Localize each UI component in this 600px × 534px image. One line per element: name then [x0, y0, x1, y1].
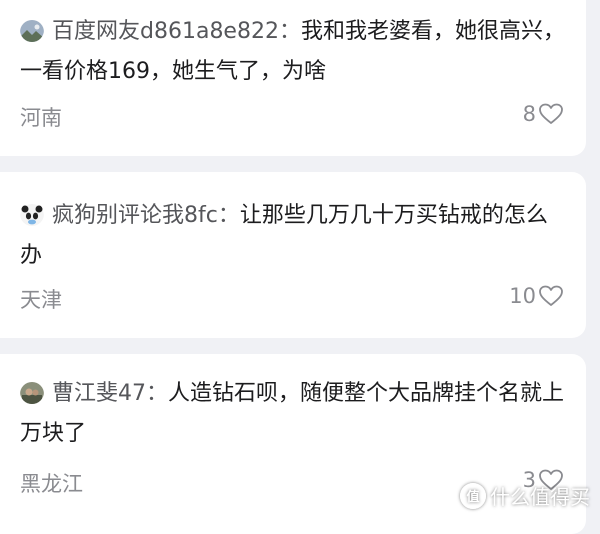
separator: ： [278, 19, 301, 44]
comment-body: 疯狗别评论我8fc：让那些几万几十万买钻戒的怎么办 [20, 196, 566, 276]
watermark-logo-icon: 值 [460, 482, 486, 509]
separator: ： [217, 203, 240, 228]
comment-username[interactable]: 疯狗别评论我8fc [52, 203, 218, 228]
photo-avatar-icon[interactable] [20, 380, 44, 404]
like-button[interactable]: 8 [523, 102, 564, 126]
like-count: 10 [509, 284, 536, 308]
comment-region: 河南 [20, 106, 62, 130]
panda-avatar-icon[interactable] [20, 202, 44, 226]
comment-username[interactable]: 曹江斐47 [52, 381, 146, 406]
comment-card: 疯狗别评论我8fc：让那些几万几十万买钻戒的怎么办 天津 10 [0, 172, 586, 338]
comment-body: 百度网友d861a8e822：我和我老婆看，她很高兴，一看价格169，她生气了，… [20, 12, 566, 92]
heart-icon [539, 285, 563, 306]
comment-username[interactable]: 百度网友d861a8e822 [52, 19, 279, 44]
like-count: 8 [522, 102, 536, 126]
comment-region: 黑龙江 [20, 472, 83, 496]
comment-body: 曹江斐47：人造钻石呗，随便整个大品牌挂个名就上万块了 [20, 374, 566, 454]
comment-region: 天津 [20, 288, 62, 312]
like-button[interactable]: 10 [509, 284, 564, 308]
landscape-avatar-icon[interactable] [20, 18, 44, 42]
watermark-text: 什么值得买 [490, 485, 590, 509]
separator: ： [146, 381, 169, 406]
comment-card: 百度网友d861a8e822：我和我老婆看，她很高兴，一看价格169，她生气了，… [0, 0, 586, 156]
heart-icon [539, 103, 563, 124]
watermark: 值 什么值得买 [460, 481, 590, 510]
